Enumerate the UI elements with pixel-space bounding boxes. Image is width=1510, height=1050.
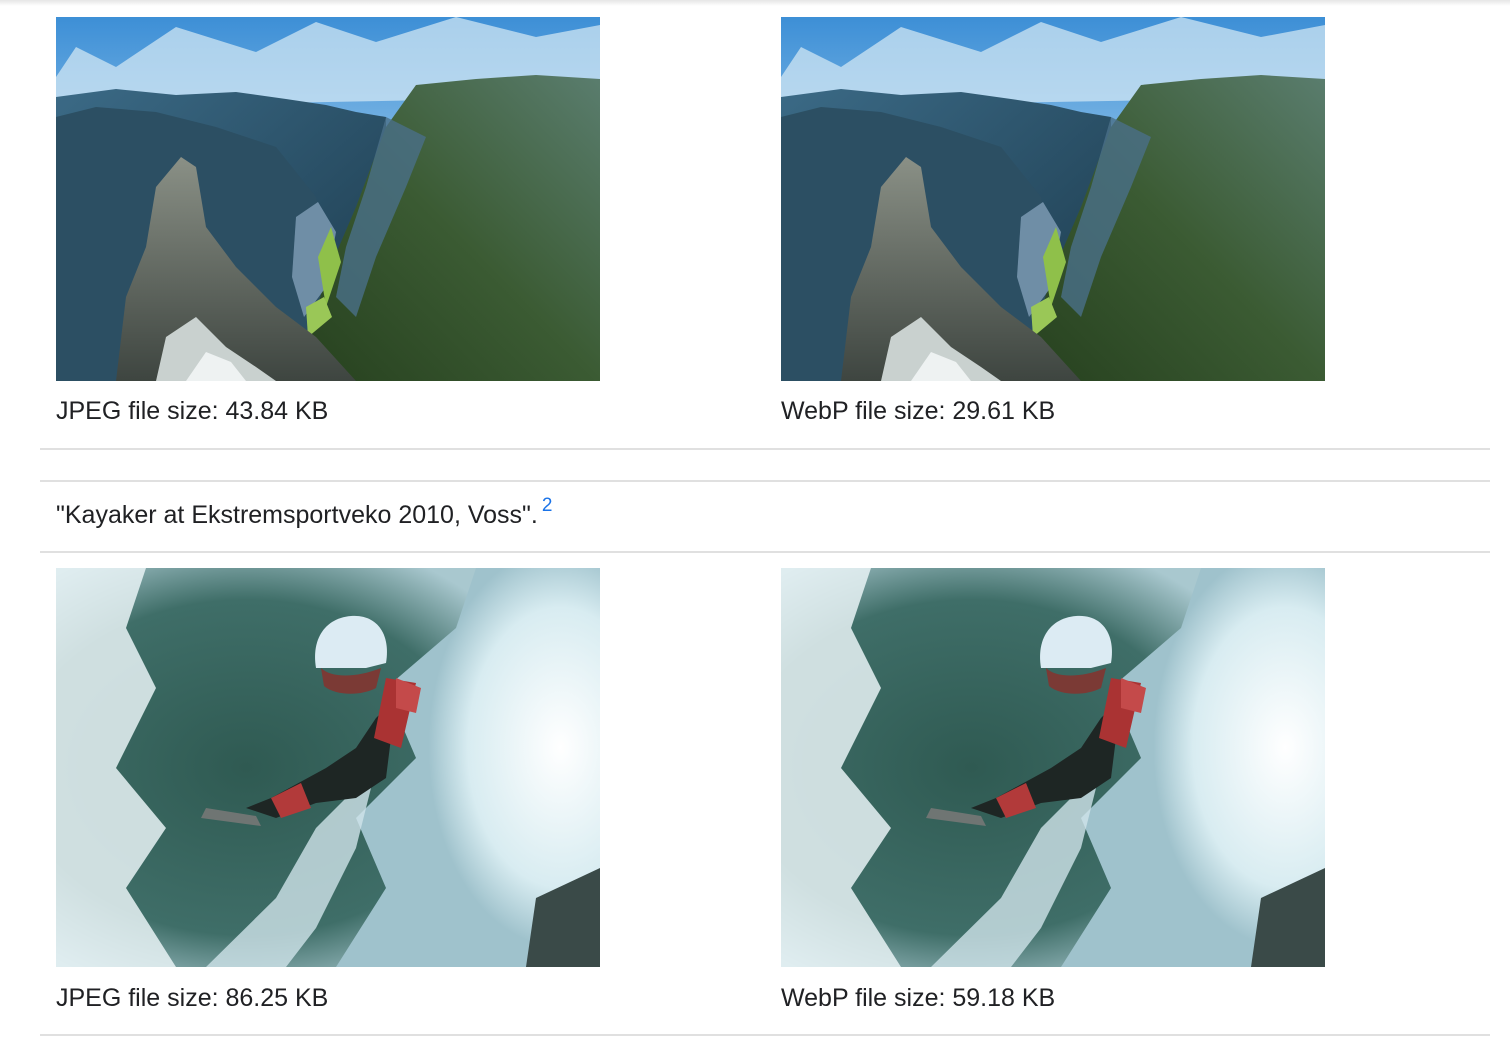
jpeg-size-caption: JPEG file size: 86.25 KB bbox=[56, 984, 329, 1012]
divider bbox=[40, 448, 1490, 450]
footnote-link[interactable]: 2 bbox=[542, 495, 553, 516]
jpeg-fjord-image bbox=[56, 17, 600, 381]
jpeg-size-caption: JPEG file size: 43.84 KB bbox=[56, 397, 329, 425]
divider bbox=[40, 551, 1490, 553]
comparison-page: JPEG file size: 43.84 KB WebP file size:… bbox=[0, 0, 1510, 1050]
credit-text: "Kayaker at Ekstremsportveko 2010, Voss"… bbox=[56, 501, 538, 529]
jpeg-kayaker-image bbox=[56, 568, 600, 967]
top-edge-shadow bbox=[0, 0, 1510, 6]
webp-size-caption: WebP file size: 29.61 KB bbox=[781, 397, 1056, 425]
divider bbox=[40, 480, 1490, 482]
divider bbox=[40, 1034, 1490, 1036]
webp-size-caption: WebP file size: 59.18 KB bbox=[781, 984, 1056, 1012]
image-credit: "Kayaker at Ekstremsportveko 2010, Voss"… bbox=[56, 495, 552, 533]
webp-kayaker-image bbox=[781, 568, 1325, 967]
webp-fjord-image bbox=[781, 17, 1325, 381]
